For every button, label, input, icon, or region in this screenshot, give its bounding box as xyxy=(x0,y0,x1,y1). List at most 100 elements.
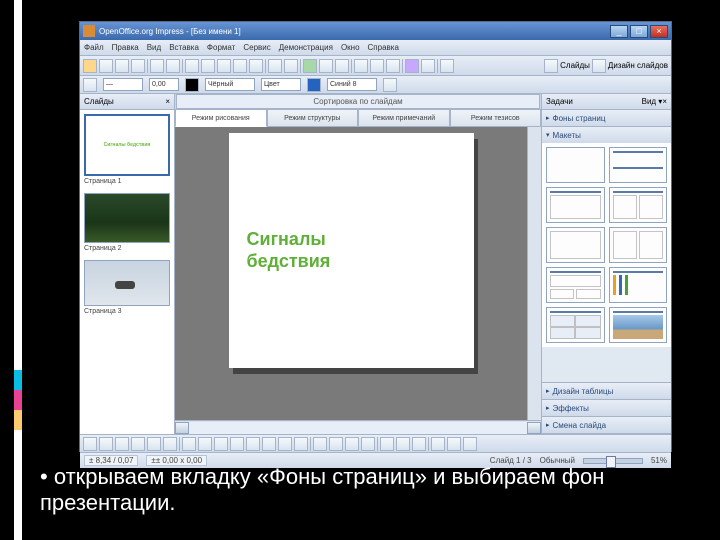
layout-image[interactable] xyxy=(609,307,668,343)
paste-button[interactable] xyxy=(233,59,247,73)
scroll-right-button[interactable] xyxy=(527,422,541,434)
grid-button[interactable] xyxy=(354,59,368,73)
zoom-slider[interactable] xyxy=(583,458,643,464)
menu-file[interactable]: Файл xyxy=(84,43,104,52)
design-btn[interactable] xyxy=(592,59,606,73)
connector-tool[interactable] xyxy=(198,437,212,451)
task-section-table-design[interactable]: Дизайн таблицы xyxy=(542,383,671,399)
email-button[interactable] xyxy=(131,59,145,73)
layout-two-boxes[interactable] xyxy=(609,227,668,263)
flowchart-tool[interactable] xyxy=(262,437,276,451)
tab-outline[interactable]: Режим структуры xyxy=(267,109,359,127)
print-button[interactable] xyxy=(166,59,180,73)
arrange-tool[interactable] xyxy=(412,437,426,451)
spellcheck-button[interactable] xyxy=(185,59,199,73)
tasks-panel-close-icon[interactable]: × xyxy=(662,97,667,106)
zoom-button[interactable] xyxy=(386,59,400,73)
ellipse-tool[interactable] xyxy=(147,437,161,451)
menu-help[interactable]: Справка xyxy=(368,43,399,52)
glue-tool[interactable] xyxy=(329,437,343,451)
undo-button[interactable] xyxy=(268,59,282,73)
rotate-tool[interactable] xyxy=(380,437,394,451)
text-tool[interactable] xyxy=(163,437,177,451)
gallery-button[interactable] xyxy=(405,59,419,73)
design-label[interactable]: Дизайн слайдов xyxy=(608,61,668,70)
pdf-button[interactable] xyxy=(150,59,164,73)
line-width-combo[interactable]: 0,00 xyxy=(149,78,179,91)
align-tool[interactable] xyxy=(396,437,410,451)
layout-blank[interactable] xyxy=(546,147,605,183)
slide-canvas[interactable]: Сигналы бедствия xyxy=(229,133,474,368)
cut-button[interactable] xyxy=(201,59,215,73)
menu-format[interactable]: Формат xyxy=(207,43,235,52)
table-button[interactable] xyxy=(319,59,333,73)
redo-button[interactable] xyxy=(284,59,298,73)
layout-chart[interactable] xyxy=(609,267,668,303)
open-button[interactable] xyxy=(99,59,113,73)
fill-color-combo[interactable]: Синий 8 xyxy=(327,78,377,91)
format-paint-button[interactable] xyxy=(249,59,263,73)
menu-slideshow[interactable]: Демонстрация xyxy=(279,43,333,52)
slideshow-button[interactable] xyxy=(421,59,435,73)
slides-label[interactable]: Слайды xyxy=(560,61,590,70)
menu-edit[interactable]: Правка xyxy=(112,43,139,52)
save-button[interactable] xyxy=(115,59,129,73)
task-section-layouts[interactable]: Макеты xyxy=(542,127,671,143)
interaction-tool[interactable] xyxy=(447,437,461,451)
line-style-combo[interactable]: — xyxy=(103,78,143,91)
tasks-view-menu[interactable]: Вид ▾ xyxy=(642,97,663,106)
slide-canvas-wrap[interactable]: Сигналы бедствия xyxy=(175,127,527,420)
copy-button[interactable] xyxy=(217,59,231,73)
slide-title-text[interactable]: Сигналы бедствия xyxy=(247,229,331,272)
shadow-button[interactable] xyxy=(383,78,397,92)
layout-title-two-lower[interactable] xyxy=(546,267,605,303)
menu-insert[interactable]: Вставка xyxy=(169,43,199,52)
menu-tools[interactable]: Сервис xyxy=(243,43,270,52)
help-button[interactable] xyxy=(440,59,454,73)
layout-table[interactable] xyxy=(546,307,605,343)
horizontal-scrollbar[interactable] xyxy=(175,420,541,434)
slides-btn[interactable] xyxy=(544,59,558,73)
fontwork-tool[interactable] xyxy=(345,437,359,451)
layout-content-only[interactable] xyxy=(546,227,605,263)
scroll-left-button[interactable] xyxy=(175,422,189,434)
line-color-combo[interactable]: Чёрный xyxy=(205,78,255,91)
slide-thumb-1[interactable]: Сигналы бедствия xyxy=(84,114,170,176)
layout-title-content[interactable] xyxy=(546,187,605,223)
tab-drawing[interactable]: Режим рисования xyxy=(175,109,267,127)
hyperlink-button[interactable] xyxy=(335,59,349,73)
menu-view[interactable]: Вид xyxy=(147,43,161,52)
slide-thumb-2[interactable] xyxy=(84,193,170,243)
navigator-button[interactable] xyxy=(370,59,384,73)
chart-button[interactable] xyxy=(303,59,317,73)
basic-shapes-tool[interactable] xyxy=(214,437,228,451)
layout-title[interactable] xyxy=(609,147,668,183)
layout-two-content[interactable] xyxy=(609,187,668,223)
extrusion-tool[interactable] xyxy=(431,437,445,451)
vertical-scrollbar[interactable] xyxy=(527,127,541,420)
arrow-style-button[interactable] xyxy=(83,78,97,92)
task-section-transition[interactable]: Смена слайда xyxy=(542,417,671,433)
close-button[interactable]: × xyxy=(650,25,668,38)
block-arrows-tool[interactable] xyxy=(246,437,260,451)
fill-style-combo[interactable]: Цвет xyxy=(261,78,301,91)
symbol-shapes-tool[interactable] xyxy=(230,437,244,451)
stars-tool[interactable] xyxy=(294,437,308,451)
menu-window[interactable]: Окно xyxy=(341,43,360,52)
slides-panel-close-icon[interactable]: × xyxy=(165,97,170,106)
task-section-backgrounds[interactable]: Фоны страниц xyxy=(542,110,671,126)
from-file-tool[interactable] xyxy=(361,437,375,451)
curve-tool[interactable] xyxy=(182,437,196,451)
points-tool[interactable] xyxy=(313,437,327,451)
tab-notes[interactable]: Режим примечаний xyxy=(358,109,450,127)
arrow-tool[interactable] xyxy=(115,437,129,451)
line-tool[interactable] xyxy=(99,437,113,451)
line-color-swatch[interactable] xyxy=(185,78,199,92)
animation-tool[interactable] xyxy=(463,437,477,451)
rect-tool[interactable] xyxy=(131,437,145,451)
fill-color-swatch[interactable] xyxy=(307,78,321,92)
callouts-tool[interactable] xyxy=(278,437,292,451)
task-section-effects[interactable]: Эффекты xyxy=(542,400,671,416)
maximize-button[interactable]: □ xyxy=(630,25,648,38)
minimize-button[interactable]: _ xyxy=(610,25,628,38)
